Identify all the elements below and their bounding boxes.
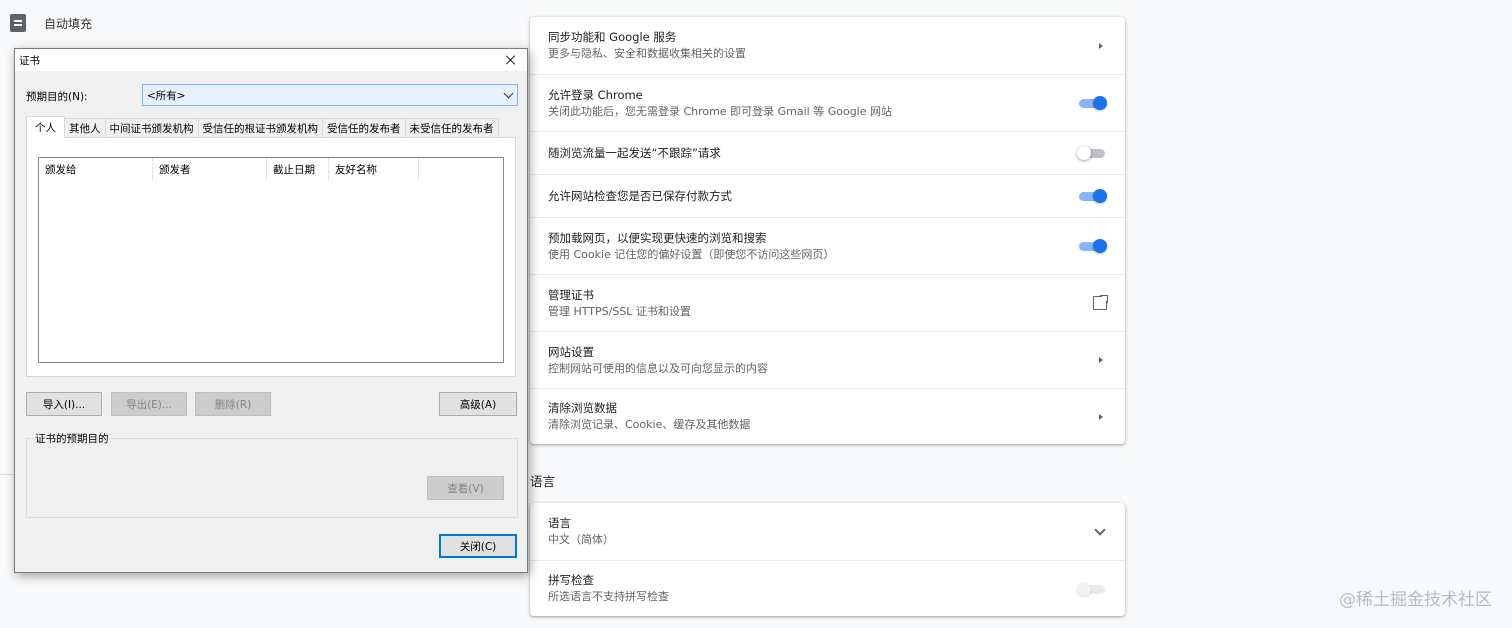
- allow-signin-toggle[interactable]: [1079, 96, 1107, 110]
- language-settings-card: 语言 中文（简体） 拼写检查 所选语言不支持拼写检查: [530, 503, 1125, 616]
- row-subtitle: 关闭此功能后，您无需登录 Chrome 即可登录 Gmail 等 Google …: [548, 104, 893, 118]
- row-subtitle: 使用 Cookie 记住您的偏好设置（即使您不访问这些网页）: [548, 247, 835, 261]
- row-title: 同步功能和 Google 服务: [548, 30, 677, 44]
- row-allow-chrome-signin: 允许登录 Chrome 关闭此功能后，您无需登录 Chrome 即可登录 Gma…: [530, 74, 1125, 131]
- watermark: @稀土掘金技术社区: [1339, 590, 1492, 610]
- row-sync-google-services[interactable]: 同步功能和 Google 服务 更多与隐私、安全和数据收集相关的设置: [530, 17, 1125, 74]
- row-subtitle: 控制网站可使用的信息以及可向您显示的内容: [548, 361, 768, 375]
- certificate-store-tabs: 个人 其他人 中间证书颁发机构 受信任的根证书颁发机构 受信任的发布者 未受信任…: [26, 116, 499, 138]
- tab-untrusted-publishers[interactable]: 未受信任的发布者: [404, 118, 499, 138]
- chevron-right-icon: [1097, 412, 1107, 422]
- advanced-button[interactable]: 高级(A): [439, 392, 517, 416]
- row-clear-browsing-data[interactable]: 清除浏览数据 清除浏览记录、Cookie、缓存及其他数据: [530, 388, 1125, 444]
- tab-trusted-publishers[interactable]: 受信任的发布者: [322, 118, 406, 138]
- chevron-right-icon: [1097, 41, 1107, 51]
- tab-personal[interactable]: 个人: [26, 116, 65, 138]
- row-do-not-track: 随浏览流量一起发送“不跟踪”请求: [530, 131, 1125, 174]
- row-subtitle: 所选语言不支持拼写检查: [548, 590, 669, 603]
- row-title: 随浏览流量一起发送“不跟踪”请求: [548, 146, 721, 160]
- row-preload-pages: 预加载网页，以便实现更快速的浏览和搜索 使用 Cookie 记住您的偏好设置（即…: [530, 217, 1125, 274]
- column-friendly-name[interactable]: 友好名称: [329, 158, 419, 180]
- import-button[interactable]: 导入(I)...: [26, 392, 102, 416]
- row-subtitle: 清除浏览记录、Cookie、缓存及其他数据: [548, 418, 751, 431]
- row-subtitle: 管理 HTTPS/SSL 证书和设置: [548, 304, 691, 318]
- dialog-titlebar[interactable]: 证书: [15, 49, 527, 71]
- preload-pages-toggle[interactable]: [1079, 239, 1107, 253]
- spellcheck-toggle: [1077, 581, 1107, 596]
- purpose-select-value: <所有>: [147, 89, 186, 102]
- tab-other-people[interactable]: 其他人: [64, 118, 106, 138]
- privacy-settings-card: 同步功能和 Google 服务 更多与隐私、安全和数据收集相关的设置 允许登录 …: [530, 17, 1125, 444]
- certificate-list[interactable]: 颁发给 颁发者 截止日期 友好名称: [38, 157, 504, 363]
- chevron-down-icon[interactable]: [1095, 528, 1107, 536]
- close-icon[interactable]: [503, 51, 519, 69]
- column-issued-by[interactable]: 颁发者: [153, 158, 267, 180]
- close-button[interactable]: 关闭(C): [439, 534, 517, 558]
- export-button[interactable]: 导出(E)...: [111, 392, 187, 416]
- sidebar-item-label: 自动填充: [44, 16, 93, 31]
- certificate-purposes-label: 证书的预期目的: [34, 431, 110, 446]
- sidebar-item-autofill[interactable]: 自动填充: [10, 14, 92, 32]
- payment-check-toggle[interactable]: [1079, 189, 1107, 203]
- tab-trusted-root-ca[interactable]: 受信任的根证书颁发机构: [197, 118, 323, 138]
- row-title: 清除浏览数据: [548, 401, 617, 415]
- row-title: 允许网站检查您是否已保存付款方式: [548, 189, 732, 203]
- row-title: 语言: [548, 516, 571, 530]
- row-manage-certificates[interactable]: 管理证书 管理 HTTPS/SSL 证书和设置: [530, 274, 1125, 331]
- section-title-languages: 语言: [530, 474, 556, 489]
- column-issued-to[interactable]: 颁发给: [39, 158, 153, 180]
- row-title: 拼写检查: [548, 573, 594, 587]
- tab-intermediate-ca[interactable]: 中间证书颁发机构: [104, 118, 199, 138]
- purpose-label: 预期目的(N):: [26, 91, 88, 103]
- row-language[interactable]: 语言 中文（简体）: [530, 503, 1125, 560]
- certificates-dialog: 证书 预期目的(N): <所有> 个人 其他人 中间证书颁发机构 受信任的根证书…: [14, 48, 528, 573]
- chevron-right-icon: [1097, 355, 1107, 365]
- open-in-new-icon[interactable]: [1093, 294, 1109, 310]
- row-subtitle: 中文（简体）: [548, 533, 614, 546]
- column-expiration-date[interactable]: 截止日期: [267, 158, 329, 180]
- row-spellcheck: 拼写检查 所选语言不支持拼写检查: [530, 560, 1125, 616]
- certificate-list-header: 颁发给 颁发者 截止日期 友好名称: [39, 158, 503, 180]
- row-site-settings[interactable]: 网站设置 控制网站可使用的信息以及可向您显示的内容: [530, 331, 1125, 388]
- dialog-title: 证书: [19, 54, 40, 67]
- row-title: 允许登录 Chrome: [548, 87, 643, 102]
- do-not-track-toggle[interactable]: [1077, 146, 1107, 160]
- chevron-down-icon: [503, 88, 514, 99]
- row-title: 预加载网页，以便实现更快速的浏览和搜索: [548, 230, 767, 245]
- row-payment-methods-check: 允许网站检查您是否已保存付款方式: [530, 174, 1125, 217]
- purpose-select[interactable]: <所有>: [142, 84, 518, 106]
- remove-button[interactable]: 删除(R): [195, 392, 271, 416]
- row-title: 管理证书: [548, 287, 594, 302]
- row-title: 网站设置: [548, 344, 594, 359]
- clipboard-icon: [10, 14, 26, 32]
- tab-panel-personal: 颁发给 颁发者 截止日期 友好名称: [26, 137, 516, 377]
- row-subtitle: 更多与隐私、安全和数据收集相关的设置: [548, 47, 746, 60]
- view-button[interactable]: 查看(V): [427, 476, 504, 500]
